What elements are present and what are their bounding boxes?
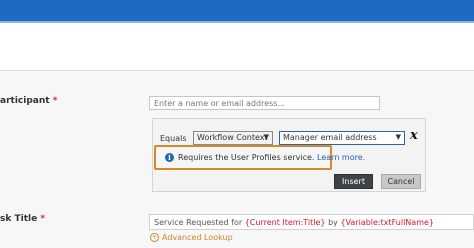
field-select-value: Manager email address — [283, 133, 377, 142]
learn-more-link[interactable]: Learn more. — [317, 153, 365, 162]
participant-label: articipant * — [0, 96, 57, 106]
participant-label-text: articipant — [0, 96, 50, 106]
required-marker: * — [40, 214, 46, 224]
plus-circle-icon: + — [150, 233, 159, 242]
task-title-middle: by — [325, 218, 341, 227]
insert-button[interactable]: Insert — [334, 174, 373, 189]
participant-input[interactable] — [149, 96, 380, 110]
advanced-lookup-label: Advanced Lookup — [162, 233, 233, 242]
field-select[interactable]: Manager email address ▼ — [279, 131, 405, 145]
current-item-title-token: {Current Item:Title} — [244, 218, 326, 227]
full-name-variable-token: {Variable:txtFullName} — [340, 218, 434, 227]
cancel-button[interactable]: Cancel — [381, 174, 421, 189]
notice-text: Requires the User Profiles service. Lear… — [178, 153, 365, 162]
x-icon[interactable]: 𝒙 — [410, 128, 418, 143]
source-select-value: Workflow Context — [197, 133, 268, 142]
notice-message: Requires the User Profiles service. — [178, 153, 315, 162]
info-icon: i — [165, 153, 174, 162]
advanced-lookup-link[interactable]: + Advanced Lookup — [150, 233, 233, 242]
source-select[interactable]: Workflow Context ▼ — [193, 131, 273, 145]
task-title-prefix: Service Requested for — [154, 218, 245, 227]
task-title-input[interactable]: Service Requested for {Current Item:Titl… — [149, 214, 474, 230]
task-title-label: sk Title * — [0, 214, 45, 224]
service-notice: i Requires the User Profiles service. Le… — [154, 145, 365, 170]
equals-label: Equals — [160, 134, 187, 143]
task-title-label-text: sk Title — [0, 214, 38, 224]
page-header-area — [0, 23, 474, 71]
chevron-down-icon: ▼ — [395, 133, 401, 141]
required-marker: * — [52, 96, 58, 106]
top-navigation-bar — [0, 0, 474, 21]
chevron-down-icon: ▼ — [263, 133, 269, 141]
